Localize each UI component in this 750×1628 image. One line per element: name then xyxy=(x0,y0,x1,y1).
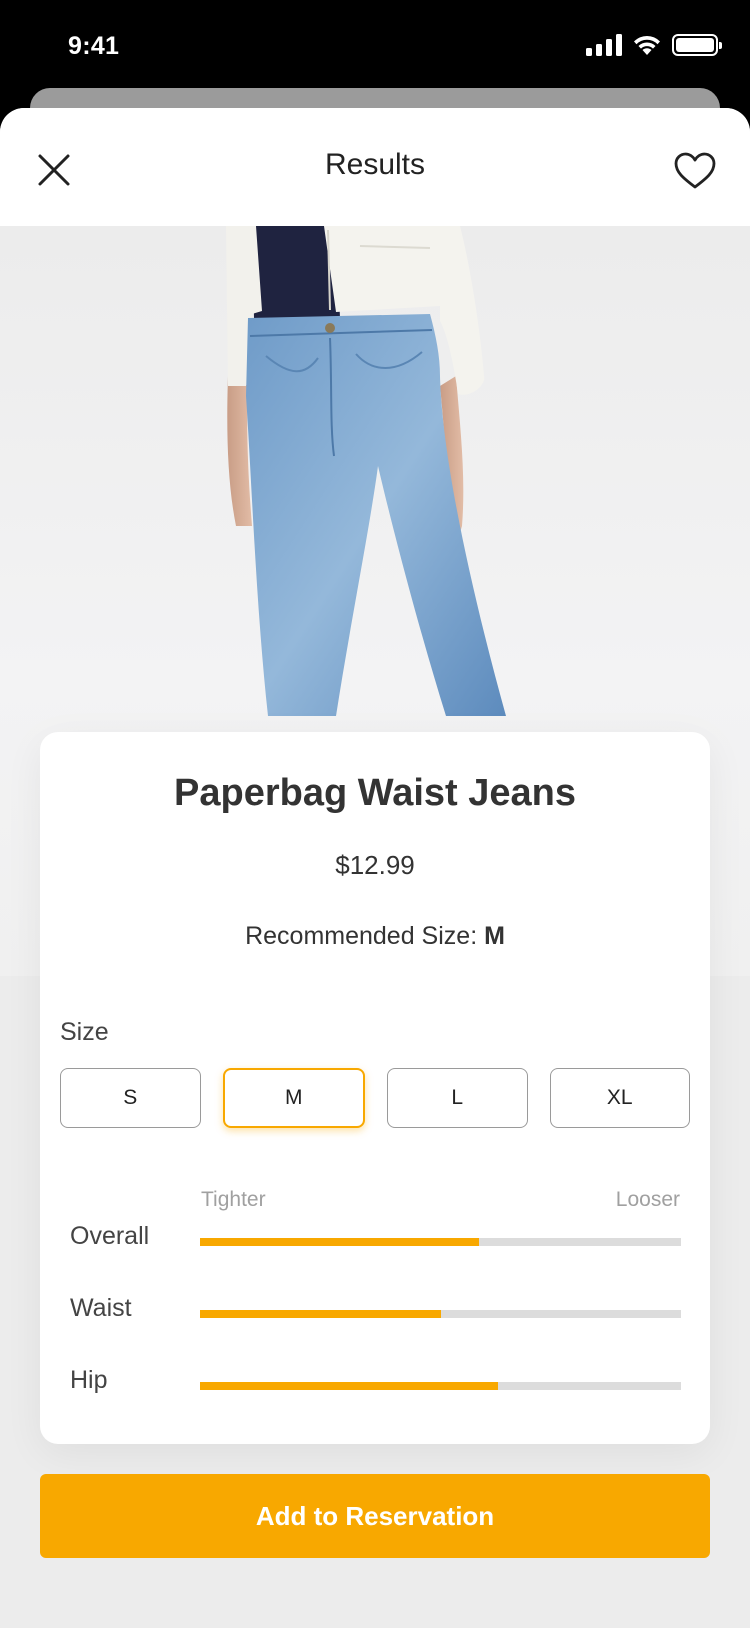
recommended-size: Recommended Size: M xyxy=(40,922,710,951)
fit-row-overall: Overall xyxy=(70,1220,681,1260)
fit-scale-max-label: Looser xyxy=(615,1188,680,1211)
fit-label: Hip xyxy=(70,1366,108,1394)
fit-scale-min-label: Tighter xyxy=(201,1188,266,1211)
product-price: $12.99 xyxy=(335,850,415,880)
status-icons xyxy=(586,34,722,56)
fit-label: Overall xyxy=(70,1222,150,1250)
fit-fill xyxy=(200,1382,499,1390)
product-name: Paperbag Waist Jeans xyxy=(174,772,576,814)
fit-label: Waist xyxy=(70,1294,132,1322)
heart-icon xyxy=(674,152,716,189)
fit-track xyxy=(200,1238,681,1246)
recommended-size-label: Recommended Size: xyxy=(245,922,478,950)
status-bar: 9:41 xyxy=(0,0,750,100)
size-selector: S M L XL xyxy=(60,1068,690,1128)
fit-track xyxy=(200,1382,681,1390)
fit-row-hip: Hip xyxy=(70,1364,681,1404)
sheet-header: Results xyxy=(0,108,750,226)
size-option-l[interactable]: L xyxy=(387,1068,528,1128)
battery-icon xyxy=(672,34,722,56)
fit-fill xyxy=(200,1310,441,1318)
recommended-size-value: M xyxy=(484,922,505,950)
size-option-xl[interactable]: XL xyxy=(549,1068,690,1128)
results-sheet: Results Paperbag Waist Jeans $12.99 Reco… xyxy=(0,108,750,1628)
favorite-button[interactable] xyxy=(670,146,720,196)
signal-icon xyxy=(586,34,622,56)
status-time: 9:41 xyxy=(68,32,120,60)
size-label: Size xyxy=(60,1018,109,1046)
size-option-m[interactable]: M xyxy=(222,1068,365,1128)
fit-track xyxy=(200,1310,681,1318)
add-to-reservation-button[interactable]: Add to Reservation xyxy=(40,1474,710,1558)
fit-row-waist: Waist xyxy=(70,1292,681,1332)
wifi-icon xyxy=(634,35,660,55)
page-title: Results xyxy=(324,148,426,181)
size-option-s[interactable]: S xyxy=(60,1068,201,1128)
product-card: Paperbag Waist Jeans $12.99 Recommended … xyxy=(40,732,710,1444)
fit-fill xyxy=(200,1238,479,1246)
phone-screen: 9:41 Results Paperbag Waist Jeans $12.99… xyxy=(0,0,750,1628)
